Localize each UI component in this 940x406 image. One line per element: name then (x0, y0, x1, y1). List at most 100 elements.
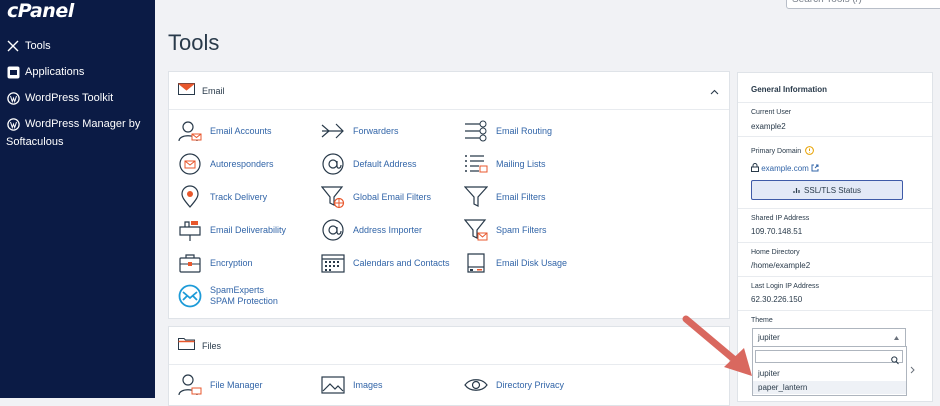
last-login-row: Last Login IP Address 62.30.226.150 (738, 276, 932, 311)
ssl-tls-status-button[interactable]: SSL/TLS Status (751, 180, 903, 200)
sidebar-item-label: Applications (25, 66, 85, 78)
sidebar-item-wordpress-manager[interactable]: WordPress Manager by Softaculous (6, 115, 146, 151)
lock-icon (751, 163, 759, 174)
tool-label: Email Deliverability (210, 224, 287, 235)
tool-label: Forwarders (353, 125, 399, 136)
tool-autoresponders[interactable]: Autoresponders (178, 152, 274, 176)
files-panel-header[interactable]: Files (169, 327, 729, 365)
sidebar-item-label: WordPress Manager by Softaculous (6, 118, 141, 148)
tool-label: Track Delivery (210, 191, 268, 202)
primary-domain-label: Primary Domain (751, 146, 815, 157)
tool-label: Directory Privacy (496, 379, 565, 390)
general-information-title: General Information (751, 85, 828, 94)
tool-spamexperts[interactable]: SpamExperts SPAM Protection (178, 284, 290, 308)
tool-email-deliverability[interactable]: Email Deliverability (178, 218, 286, 242)
files-panel-title: Files (202, 340, 222, 351)
tool-mailing-lists[interactable]: Mailing Lists (464, 152, 546, 176)
current-user-value: example2 (751, 122, 786, 131)
tool-label: Email Routing (496, 125, 553, 136)
tool-label: Address Importer (353, 224, 423, 235)
tool-label: Mailing Lists (496, 158, 546, 169)
email-panel-header[interactable]: Email (169, 72, 729, 110)
sidebar: cPanel Tools Applications WordPress Tool… (0, 0, 155, 398)
tool-label: Images (353, 379, 383, 390)
external-link-icon (811, 164, 819, 174)
chevron-up-icon[interactable] (710, 84, 719, 102)
tool-spam-filters[interactable]: Spam Filters (464, 218, 547, 242)
shared-ip-row: Shared IP Address 109.70.148.51 (738, 208, 932, 243)
email-filters-icon (464, 185, 488, 209)
default-address-icon (321, 152, 345, 176)
email-deliverability-icon (178, 218, 202, 242)
last-login-label: Last Login IP Address (751, 283, 819, 290)
theme-option-paper-lantern[interactable]: paper_lantern (753, 381, 906, 394)
tool-label: Default Address (353, 158, 417, 169)
tool-calendars-and-contacts[interactable]: Calendars and Contacts (321, 251, 450, 275)
tool-email-disk-usage[interactable]: Email Disk Usage (464, 251, 567, 275)
theme-dropdown: jupiter paper_lantern (752, 346, 907, 396)
tool-global-email-filters[interactable]: Global Email Filters (321, 185, 431, 209)
theme-select[interactable]: jupiter (752, 328, 906, 347)
tool-label: Email Filters (496, 191, 546, 202)
spamexperts-icon (178, 284, 202, 308)
tool-label: SpamExperts SPAM Protection (210, 285, 278, 306)
tool-label: Spam Filters (496, 224, 547, 235)
wordpress-icon (6, 117, 20, 131)
folder-icon (178, 337, 195, 355)
tools-icon (6, 39, 20, 53)
theme-search-input[interactable] (755, 350, 903, 365)
tool-images[interactable]: Images (321, 373, 383, 397)
encryption-icon (178, 251, 202, 275)
tool-label: Email Accounts (210, 125, 272, 136)
primary-domain-link[interactable]: example.com (751, 163, 819, 174)
tool-label: Calendars and Contacts (353, 257, 450, 268)
tool-directory-privacy[interactable]: Directory Privacy (464, 373, 564, 397)
current-user-row: Current User example2 (738, 102, 932, 137)
address-importer-icon (321, 218, 345, 242)
tool-label: Email Disk Usage (496, 257, 568, 268)
email-routing-icon (464, 119, 488, 143)
search-input[interactable]: Search Tools (/) (786, 0, 940, 9)
tool-encryption[interactable]: Encryption (178, 251, 253, 275)
tool-label: Autoresponders (210, 158, 274, 169)
tool-label: Global Email Filters (353, 191, 432, 202)
sidebar-item-tools[interactable]: Tools (6, 37, 51, 55)
envelope-icon (178, 82, 195, 100)
info-icon[interactable] (805, 146, 815, 157)
annotation-arrow (682, 315, 752, 376)
theme-option-jupiter[interactable]: jupiter (753, 367, 906, 380)
sidebar-item-label: WordPress Toolkit (25, 92, 114, 104)
files-panel: Files File Manager Images Directory Priv… (168, 326, 730, 406)
global-email-filters-icon (321, 185, 345, 209)
sidebar-item-applications[interactable]: Applications (6, 63, 84, 81)
tool-track-delivery[interactable]: Track Delivery (178, 185, 267, 209)
home-directory-value: /home/example2 (751, 261, 811, 270)
disk-usage-icon (464, 251, 488, 275)
sidebar-item-wordpress-toolkit[interactable]: WordPress Toolkit (6, 89, 113, 107)
tool-file-manager[interactable]: File Manager (178, 373, 263, 397)
tool-email-filters[interactable]: Email Filters (464, 185, 546, 209)
shared-ip-value: 109.70.148.51 (751, 227, 803, 236)
file-manager-icon (178, 373, 202, 397)
directory-privacy-icon (464, 373, 488, 397)
mailing-lists-icon (464, 152, 488, 176)
caret-up-icon (894, 329, 899, 346)
autoresponders-icon (178, 152, 202, 176)
tool-email-accounts[interactable]: Email Accounts (178, 119, 272, 143)
spam-filters-icon (464, 218, 488, 242)
shared-ip-label: Shared IP Address (751, 215, 810, 222)
last-login-value: 62.30.226.150 (751, 295, 803, 304)
tool-email-routing[interactable]: Email Routing (464, 119, 552, 143)
images-icon (321, 373, 345, 397)
chevron-right-icon[interactable] (910, 361, 915, 379)
page-title: Tools (168, 30, 220, 55)
current-user-label: Current User (751, 109, 792, 116)
cpanel-logo[interactable]: cPanel (7, 0, 74, 22)
home-directory-label: Home Directory (751, 249, 800, 256)
forwarders-icon (321, 119, 345, 143)
tool-default-address[interactable]: Default Address (321, 152, 417, 176)
tool-address-importer[interactable]: Address Importer (321, 218, 422, 242)
tool-forwarders[interactable]: Forwarders (321, 119, 399, 143)
applications-icon (6, 65, 20, 79)
track-delivery-icon (178, 185, 202, 209)
